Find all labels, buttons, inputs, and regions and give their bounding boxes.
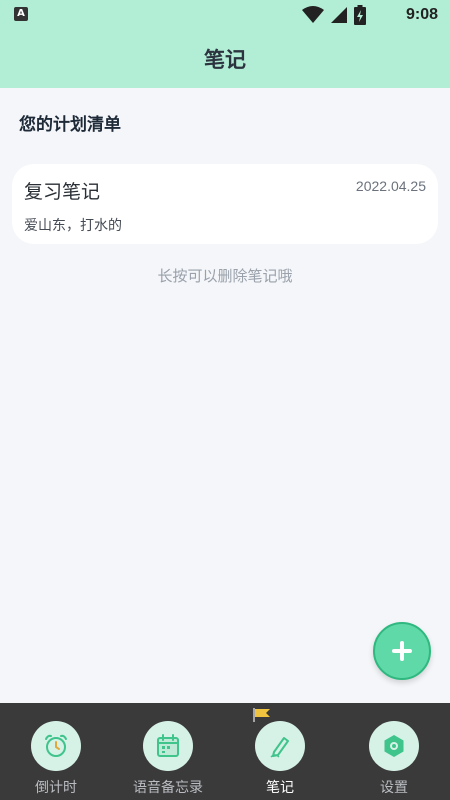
- section-title: 您的计划清单: [19, 115, 121, 135]
- add-note-button[interactable]: [373, 622, 431, 680]
- nav-label: 倒计时: [35, 780, 77, 796]
- nav-icon-circle: [31, 721, 81, 771]
- nav-item-countdown[interactable]: 倒计时: [0, 703, 112, 800]
- nav-item-voice-memo[interactable]: 语音备忘录: [112, 703, 224, 800]
- nav-label: 设置: [380, 780, 408, 796]
- nav-label: 笔记: [266, 780, 294, 796]
- calendar-icon: [157, 734, 179, 757]
- page-title: 笔记: [204, 48, 246, 72]
- note-card[interactable]: 复习笔记 2022.04.25 爱山东，打水的: [12, 164, 438, 244]
- settings-icon: [384, 735, 404, 757]
- bottom-nav: 倒计时 语音备忘录 笔记 设置: [0, 703, 450, 800]
- nav-icon-circle: [255, 721, 305, 771]
- note-date: 2022.04.25: [355, 178, 426, 194]
- note-title: 复习笔记: [24, 181, 101, 203]
- pen-icon: [270, 737, 289, 758]
- nav-icon-circle: [143, 721, 193, 771]
- nav-item-notes[interactable]: 笔记: [224, 703, 336, 800]
- status-bar: A 9:08: [0, 0, 450, 30]
- plus-icon: [392, 641, 412, 661]
- app-notification-icon: A: [14, 7, 28, 21]
- app-header: 笔记: [0, 30, 450, 88]
- hint-text: 长按可以删除笔记哦: [157, 267, 293, 285]
- status-icons: [302, 5, 366, 25]
- nav-item-settings[interactable]: 设置: [338, 703, 450, 800]
- note-content: 爱山东，打水的: [24, 218, 122, 234]
- battery-icon: [354, 5, 366, 25]
- status-time: 9:08: [405, 6, 438, 23]
- wifi-icon: [302, 6, 324, 23]
- flag-icon: [253, 708, 270, 722]
- alarm-clock-icon: [45, 734, 67, 757]
- screen: A 9:08 笔记 您的计划清单 复习笔记 2022.04.25 爱山东，打水的…: [0, 0, 450, 800]
- nav-icon-circle: [369, 721, 419, 771]
- signal-icon: [331, 7, 347, 23]
- nav-label: 语音备忘录: [133, 780, 203, 796]
